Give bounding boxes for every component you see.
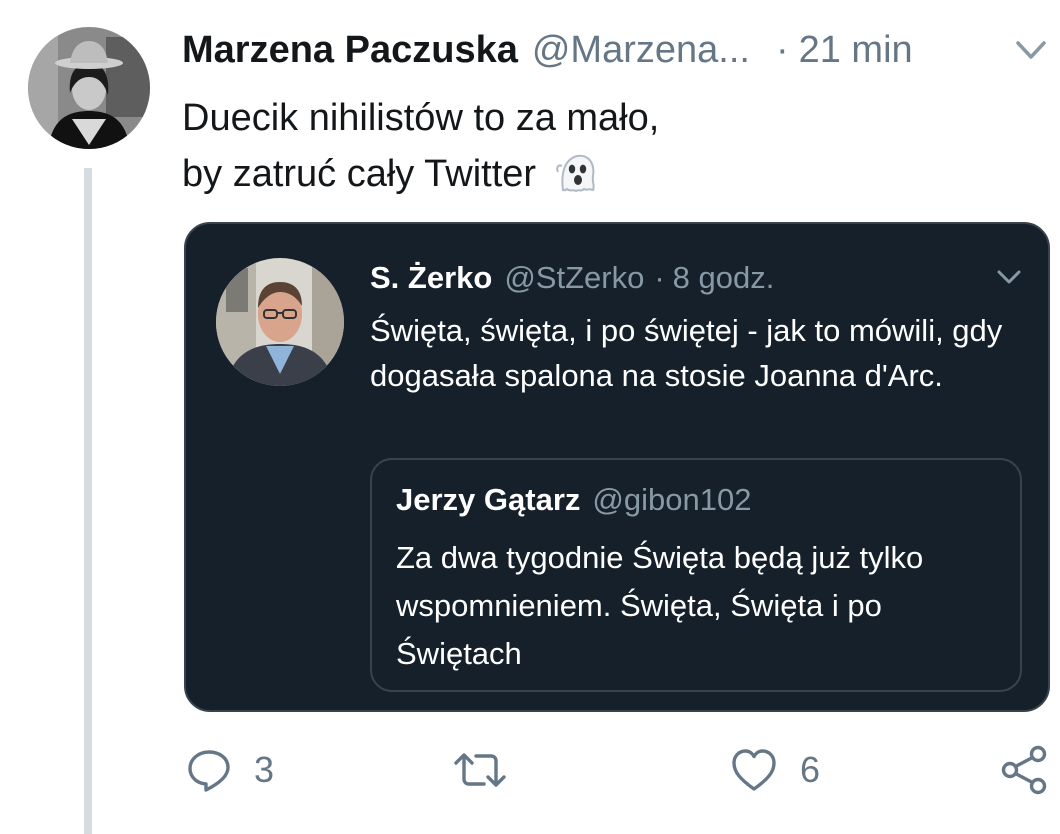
reply-icon — [188, 750, 230, 792]
nested-quoted-tweet-card[interactable]: Jerzy Gątarz @gibon102 Za dwa tygodnie Ś… — [370, 458, 1022, 692]
chevron-down-icon[interactable] — [996, 268, 1022, 286]
author-name[interactable]: Marzena Paczuska — [182, 26, 518, 74]
quoted-tweet-card[interactable]: S. Żerko @StZerko · 8 godz. Święta, świę… — [184, 222, 1050, 712]
quoted-author-avatar[interactable] — [216, 258, 344, 386]
heart-icon — [732, 749, 776, 791]
quoted-author-handle[interactable]: @StZerko — [504, 256, 644, 300]
quoted-tweet-timestamp[interactable]: 8 godz. — [673, 256, 775, 300]
quoted-author-name[interactable]: S. Żerko — [370, 256, 492, 300]
tweet-text-line: by zatruć cały Twitter — [182, 153, 537, 195]
author-avatar[interactable] — [28, 27, 150, 149]
chevron-down-icon[interactable] — [1014, 38, 1048, 62]
share-button[interactable] — [1000, 740, 1050, 800]
reply-button[interactable]: 3 — [186, 740, 274, 800]
nested-author-name[interactable]: Jerzy Gątarz — [396, 478, 580, 522]
nested-quoted-header: Jerzy Gątarz @gibon102 — [396, 478, 751, 522]
tweet-text-line: Duecik nihilistów to za mało, — [182, 97, 660, 139]
tweet-timestamp[interactable]: 21 min — [799, 26, 913, 74]
tweet-text: Duecik nihilistów to za mało, by zatruć … — [182, 90, 962, 202]
tweet-page: Marzena Paczuska @Marzena... · 21 min Du… — [0, 0, 1060, 834]
tweet-text-line-emoji: by zatruć cały Twitter — [182, 146, 962, 202]
tweet-action-bar: 3 6 — [0, 740, 1060, 800]
header-separator: · — [775, 29, 789, 71]
ghost-icon — [555, 154, 595, 193]
share-icon — [1001, 745, 1047, 795]
like-button[interactable]: 6 — [730, 740, 820, 800]
quoted-tweet-header: S. Żerko @StZerko · 8 godz. — [370, 256, 774, 300]
nested-quoted-text: Za dwa tygodnie Święta będą już tylko ws… — [396, 540, 924, 671]
retweet-icon — [454, 753, 506, 787]
tweet-header: Marzena Paczuska @Marzena... · 21 min — [182, 26, 913, 74]
author-handle[interactable]: @Marzena... — [532, 26, 750, 74]
like-count: 6 — [800, 749, 821, 790]
quoted-header-separator: · — [654, 260, 665, 295]
retweet-button[interactable] — [452, 740, 530, 800]
reply-count: 3 — [254, 749, 275, 790]
nested-author-handle[interactable]: @gibon102 — [592, 478, 751, 522]
thread-connector-line — [84, 168, 92, 834]
quoted-tweet-text: Święta, święta, i po świętej - jak to mó… — [370, 313, 1003, 393]
